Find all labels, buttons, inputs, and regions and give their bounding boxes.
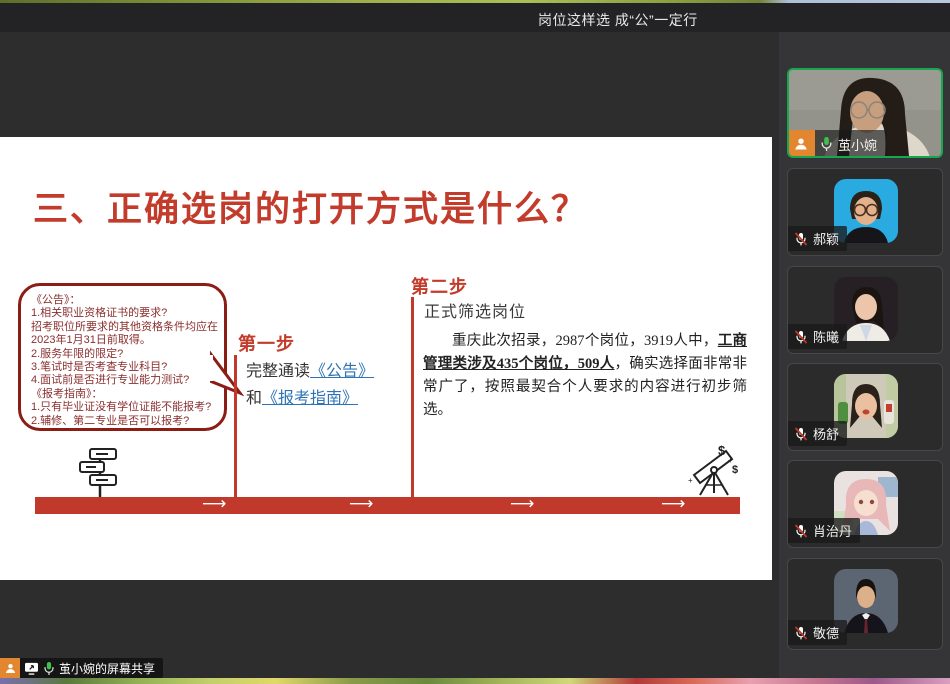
participant-name-label: 杨舒 xyxy=(788,421,847,446)
participant-name-label: 郝颖 xyxy=(788,226,847,251)
participant-tile-2[interactable]: 郝颖 xyxy=(787,168,943,256)
timeline-connector-2 xyxy=(411,297,414,497)
speech-bubble: 《公告》： 1.相关职业资格证书的要求? 招考职位所要求的其他资格条件均应在 2… xyxy=(18,283,227,431)
arrow-glyph: ⟶ xyxy=(510,494,534,514)
meeting-title-bar: 岗位这样选 成“公”一定行 xyxy=(0,3,950,32)
signpost-icon xyxy=(78,447,120,497)
screen-share-icon xyxy=(24,662,39,675)
bubble-line: 1.相关职业资格证书的要求? xyxy=(31,307,217,320)
svg-text:+: + xyxy=(688,476,693,485)
participants-sidebar: 茧小婉 郝颖 xyxy=(779,32,950,678)
mic-muted-icon xyxy=(794,232,808,246)
svg-text:+: + xyxy=(728,456,733,465)
participant-tile-5[interactable]: 肖治丹 xyxy=(787,460,943,548)
step1-label: 第一步 xyxy=(238,330,295,356)
participant-tile-1[interactable]: 茧小婉 xyxy=(787,68,943,158)
participant-name: 杨舒 xyxy=(813,424,839,443)
bubble-line: 《公告》： xyxy=(31,294,217,307)
mic-on-icon xyxy=(820,136,833,152)
step1-line2-text: 和 xyxy=(246,390,262,407)
timeline-connector-1 xyxy=(234,355,237,497)
participant-name-label: 茧小婉 xyxy=(787,130,887,158)
arrow-glyph: ⟶ xyxy=(202,494,226,514)
mic-muted-icon xyxy=(794,427,808,441)
participant-name-label: 陈曦 xyxy=(788,324,847,349)
guide-link: 《报考指南》 xyxy=(262,390,358,407)
participant-name-label: 肖治丹 xyxy=(788,518,860,543)
bubble-line: 2.辅修、第二专业是否可以报考? xyxy=(31,415,217,428)
bubble-line: 1.只有毕业证没有学位证能不能报考? xyxy=(31,401,217,414)
bubble-line: 2023年1月31日前取得。 xyxy=(31,334,217,347)
screen-share-banner: 茧小婉的屏幕共享 xyxy=(0,658,163,678)
bubble-line: 4.面试前是否进行专业能力测试? xyxy=(31,374,217,387)
arrow-glyph: ⟶ xyxy=(349,494,373,514)
participant-name: 肖治丹 xyxy=(813,521,852,540)
bubble-line: 2.服务年限的限定? xyxy=(31,348,217,361)
desktop-wallpaper-bottom-strip xyxy=(0,678,950,684)
bubble-line: 招考职位所要求的其他资格条件均应在 xyxy=(31,321,217,334)
step2-subtitle: 正式筛选岗位 xyxy=(424,298,526,322)
timeline-bar: ⟶ ⟶ ⟶ ⟶ xyxy=(35,497,740,514)
participant-name: 敬德 xyxy=(813,623,839,642)
arrow-glyph: ⟶ xyxy=(661,494,685,514)
participant-tile-4[interactable]: 杨舒 xyxy=(787,363,943,451)
svg-text:$: $ xyxy=(732,464,738,476)
telescope-icon: $ $ + + xyxy=(686,445,742,497)
meeting-app-window: 岗位这样选 成“公”一定行 三、正确选岗的打开方式是什么？ 《公告》： 1.相关… xyxy=(0,0,950,684)
member-badge-icon xyxy=(0,658,20,678)
step1-line1-text: 完整通读 xyxy=(246,363,310,380)
announcement-link: 《公告》 xyxy=(310,363,374,380)
step2-paragraph: 重庆此次招录，2987个岗位，3919人中，工商管理类涉及435个岗位，509人… xyxy=(423,330,747,422)
participant-name: 茧小婉 xyxy=(838,135,877,154)
step1-text: 完整通读《公告》 和《报考指南》 xyxy=(246,358,374,412)
participant-name: 陈曦 xyxy=(813,327,839,346)
mic-muted-icon xyxy=(794,524,808,538)
svg-text:$: $ xyxy=(718,445,726,458)
participant-tile-3[interactable]: 陈曦 xyxy=(787,266,943,354)
member-badge-icon xyxy=(787,130,815,158)
participant-name-label: 敬德 xyxy=(788,620,847,645)
mic-on-icon xyxy=(43,661,55,676)
bubble-line: 3.笔试时是否考查专业科目? xyxy=(31,361,217,374)
share-banner-text: 茧小婉的屏幕共享 xyxy=(59,660,155,677)
speech-bubble-tail xyxy=(210,349,244,401)
mic-muted-icon xyxy=(794,626,808,640)
meeting-title: 岗位这样选 成“公”一定行 xyxy=(538,10,698,30)
shared-screen-slide: 三、正确选岗的打开方式是什么？ 《公告》： 1.相关职业资格证书的要求? 招考职… xyxy=(0,137,772,580)
mic-muted-icon xyxy=(794,330,808,344)
bubble-line: 《报考指南》： xyxy=(31,388,217,401)
participant-tile-6[interactable]: 敬德 xyxy=(787,558,943,650)
participant-name: 郝颖 xyxy=(813,229,839,248)
slide-heading: 三、正确选岗的打开方式是什么？ xyxy=(33,181,588,232)
para-before: 重庆此次招录，2987个岗位，3919人中， xyxy=(452,333,718,349)
step2-label: 第二步 xyxy=(411,273,468,299)
